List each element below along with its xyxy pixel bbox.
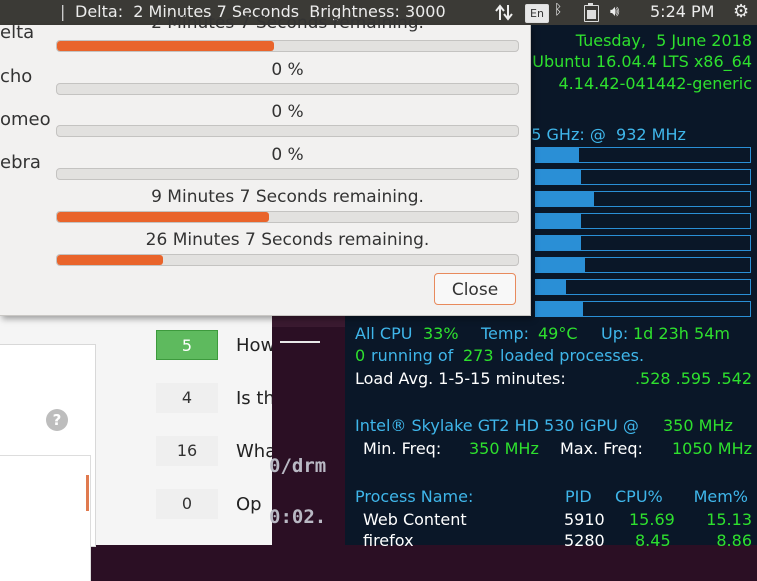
os-text: Ubuntu 16.04.4 LTS x86_64	[532, 52, 752, 71]
clock[interactable]: 5:24 PM	[650, 2, 714, 21]
processes-running: 0	[355, 346, 366, 365]
row-label: cho	[0, 66, 33, 87]
cpu-core-bar	[535, 235, 751, 251]
progress-text: 9 Minutes 7 Seconds remaining.	[151, 187, 424, 207]
uptime-value: 1d 23h 54m	[633, 324, 730, 343]
terminal-cursor-line	[280, 341, 320, 343]
processes-text: loaded processes.	[500, 346, 645, 365]
kernel-text: 4.14.42-041442-generic	[558, 74, 753, 93]
terminal-window: 0/drm 0:02.	[269, 310, 345, 545]
date-text: Tuesday, 5 June 2018	[575, 31, 752, 50]
proc-cpu: 8.45	[635, 531, 671, 550]
vote-count: 16	[156, 436, 218, 466]
progress-text: 26 Minutes 7 Seconds remaining.	[145, 230, 430, 250]
progress-bar	[56, 254, 519, 266]
max-freq-label: Max. Freq:	[560, 439, 643, 458]
progress-text: 0 %	[271, 102, 304, 122]
cpu-core-bar	[535, 147, 751, 163]
terminal-line: 0/drm	[269, 455, 327, 477]
side-panel: ?	[0, 344, 96, 581]
cpu-core-bar	[535, 279, 751, 295]
vote-count: 4	[156, 383, 218, 413]
progress-text: 0 %	[271, 60, 304, 80]
processes-total: 273	[463, 346, 494, 365]
vote-count: 5	[156, 330, 218, 360]
proc-cpu: 15.69	[629, 510, 675, 529]
proc-name: Web Content	[363, 510, 467, 529]
progress-bar	[56, 168, 519, 180]
background-window: ? 5 4 16 0 How Is th Wha Op	[0, 310, 272, 581]
cpu-core-bar	[535, 191, 751, 207]
proc-mem: 15.13	[706, 510, 752, 529]
min-freq-label: Min. Freq:	[363, 439, 442, 458]
proc-header-mem: Mem%	[693, 487, 748, 506]
question-link[interactable]: Is th	[236, 388, 272, 409]
gpu-freq: 350 MHz	[663, 416, 733, 435]
proc-header-cpu: CPU%	[615, 487, 663, 506]
volume-icon[interactable]: 🔊︎	[610, 2, 619, 20]
proc-pid: 5280	[564, 531, 605, 550]
load-label: Load Avg. 1-5-15 minutes:	[355, 369, 566, 388]
cpu-freq-text: 3.5 GHz: @ 932 MHz	[516, 125, 686, 144]
proc-header-name: Process Name:	[355, 487, 474, 506]
gear-icon[interactable]: ⚙	[733, 1, 749, 22]
bluetooth-icon[interactable]: ᛒ	[554, 2, 562, 18]
row-label: elta	[0, 22, 35, 43]
progress-bar	[56, 125, 519, 137]
cpu-core-bar	[535, 213, 751, 229]
proc-name: firefox	[363, 531, 414, 550]
inner-box	[0, 455, 91, 581]
progress-bar	[56, 211, 519, 223]
min-freq-value: 350 MHz	[469, 439, 539, 458]
row-label: omeo	[0, 109, 51, 130]
row-label: ebra	[0, 152, 41, 173]
cpu-core-bar	[535, 169, 751, 185]
temp-label: Temp:	[481, 324, 530, 343]
help-icon[interactable]: ?	[46, 409, 68, 431]
vote-count: 0	[156, 489, 218, 519]
progress-text: 0 %	[271, 145, 304, 165]
progress-dialog: elta 2 Minutes 7 Seconds remaining. cho …	[0, 13, 531, 316]
proc-mem: 8.86	[716, 531, 752, 550]
progress-bar	[56, 83, 519, 95]
proc-pid: 5910	[564, 510, 605, 529]
max-freq-value: 1050 MHz	[671, 439, 752, 458]
keyboard-layout-icon[interactable]: En	[525, 4, 549, 23]
load-value: .528 .595 .542	[634, 369, 752, 388]
question-link[interactable]: Op	[236, 494, 272, 515]
uptime-label: Up:	[601, 324, 629, 343]
question-link[interactable]: How	[236, 335, 272, 356]
cpu-core-bar	[535, 257, 751, 273]
proc-header-pid: PID	[565, 487, 592, 506]
question-link[interactable]: Wha	[236, 441, 272, 462]
close-button[interactable]: Close	[434, 273, 516, 305]
progress-text: 2 Minutes 7 Seconds remaining.	[151, 13, 424, 33]
cpu-core-bar	[535, 301, 751, 317]
gpu-label: Intel® Skylake GT2 HD 530 iGPU @	[355, 416, 639, 435]
processes-text: running of	[371, 346, 454, 365]
temp-value: 49°C	[538, 324, 578, 343]
battery-icon[interactable]	[584, 3, 599, 22]
all-cpu-value: 33%	[423, 324, 459, 343]
scrollbar[interactable]	[86, 475, 89, 511]
progress-bar	[56, 40, 519, 52]
terminal-line: 0:02.	[269, 506, 327, 528]
all-cpu-label: All CPU	[355, 324, 413, 343]
